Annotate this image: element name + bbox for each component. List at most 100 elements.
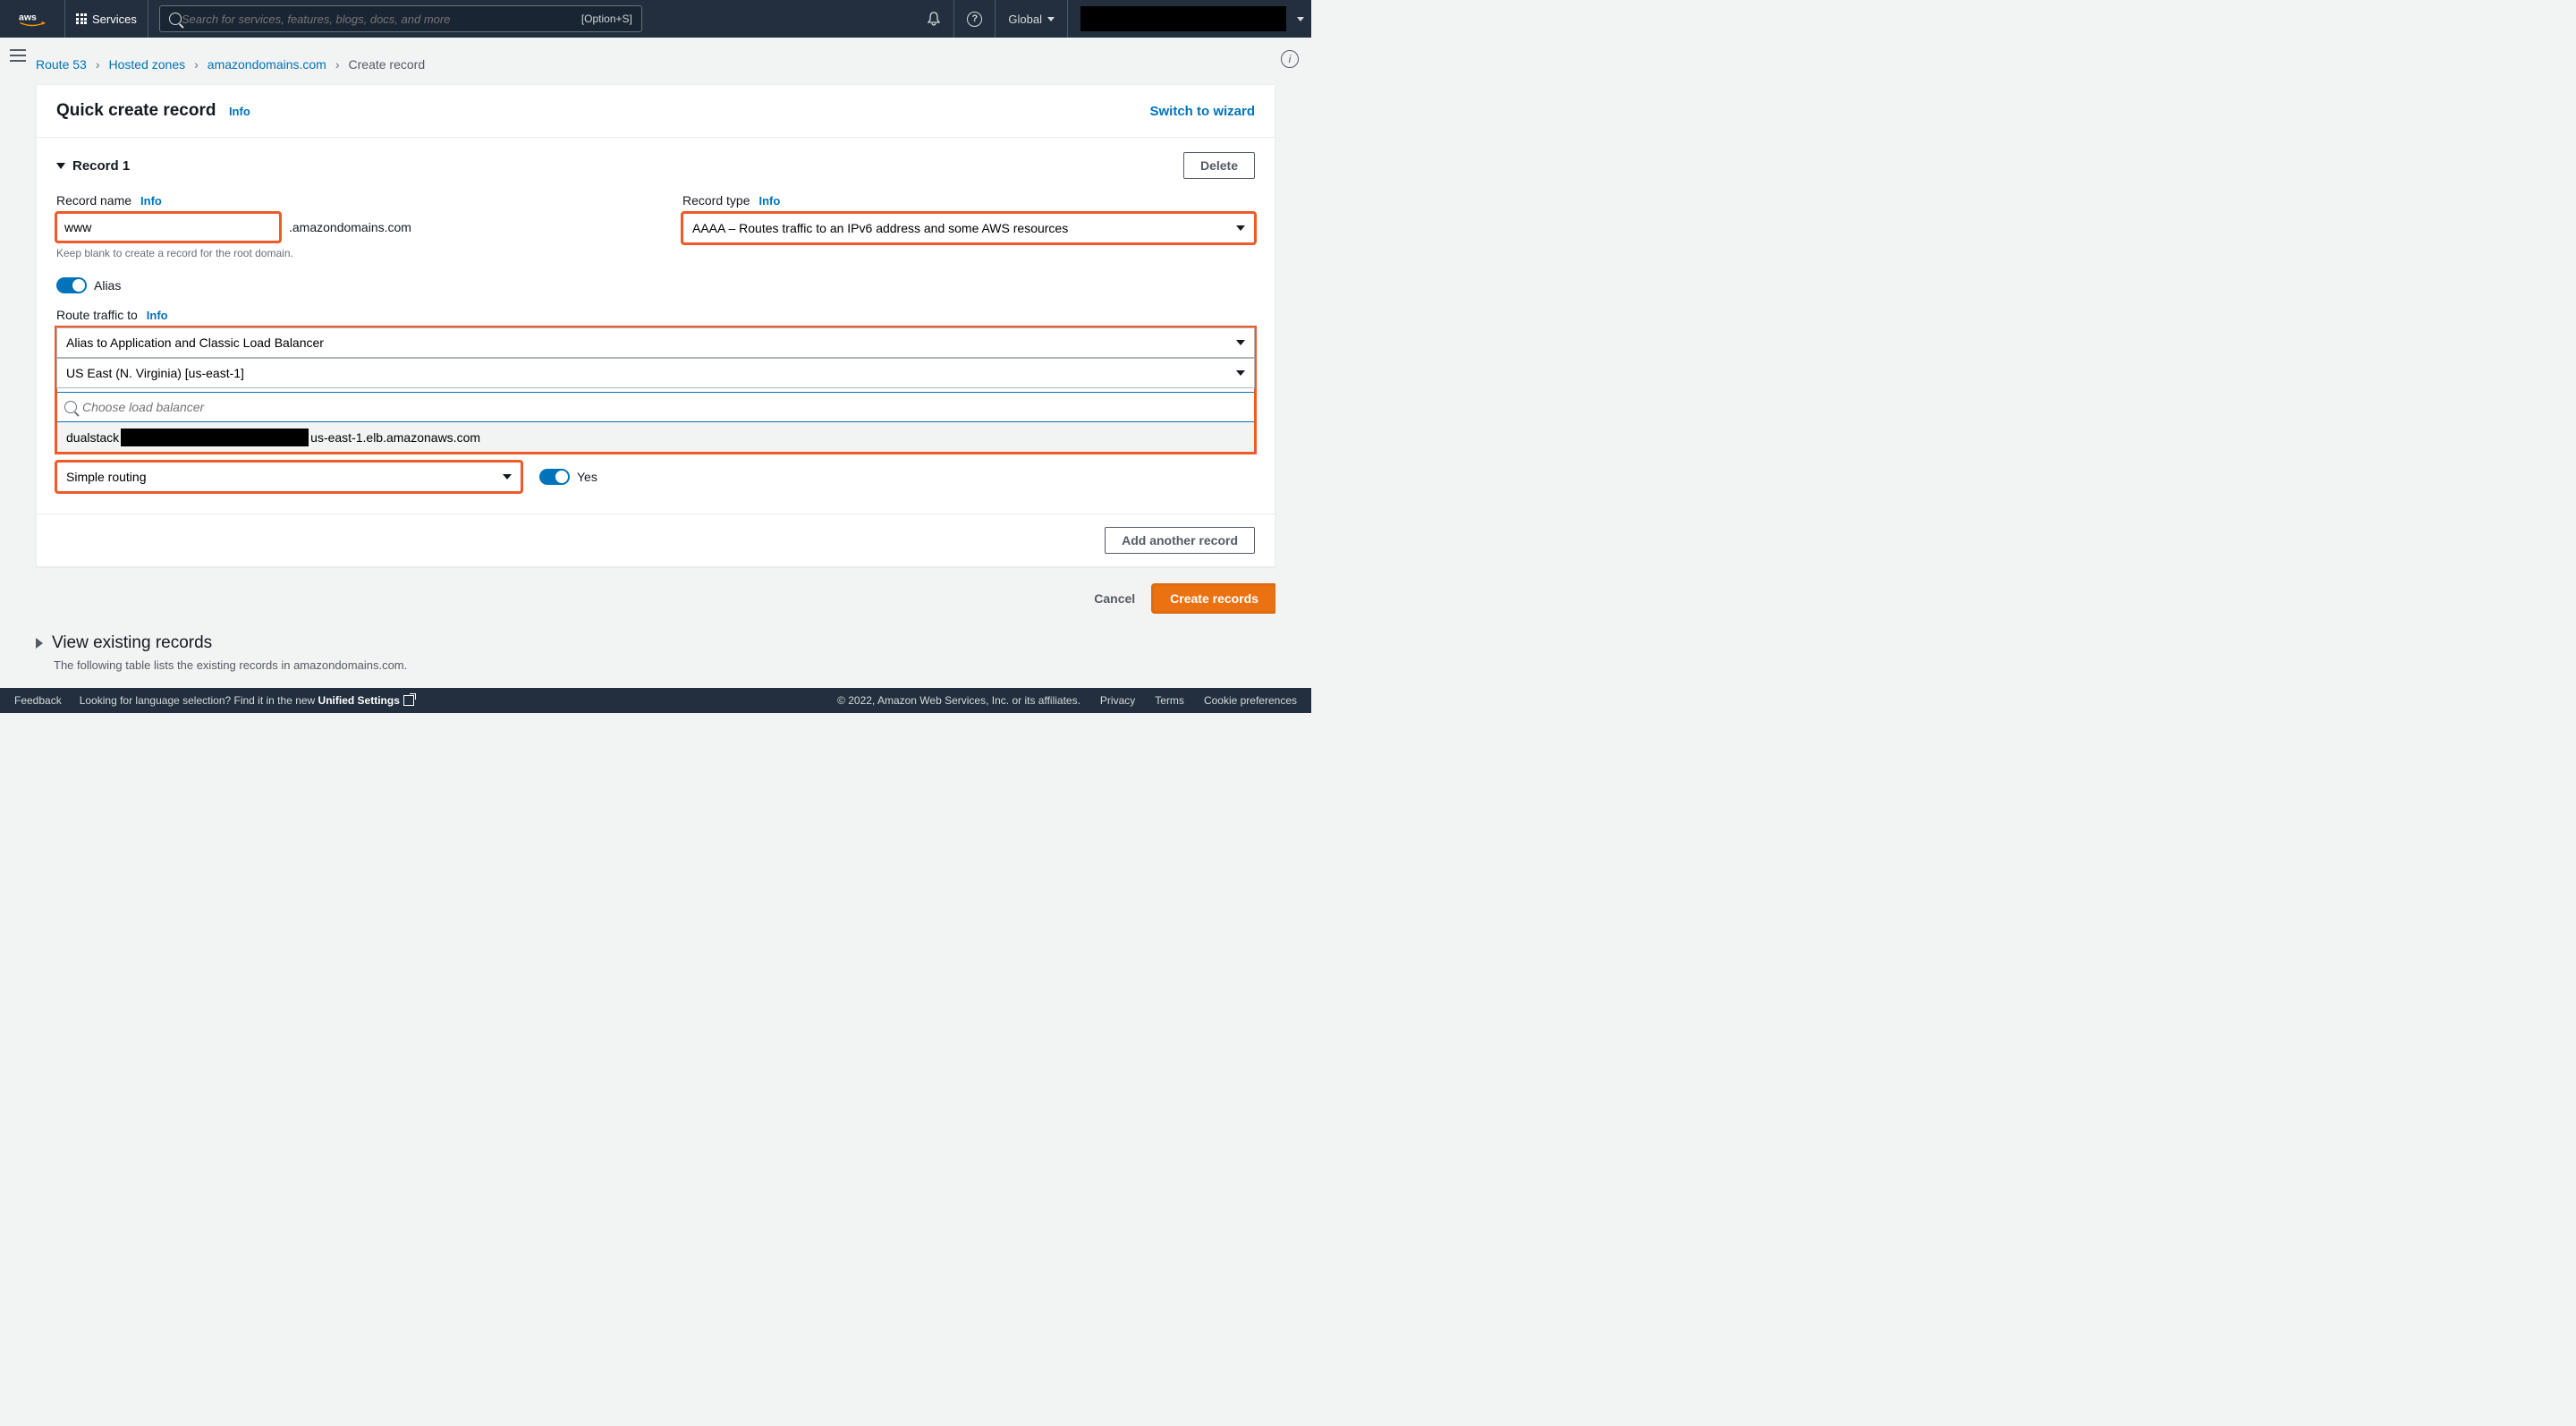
record-name-field: Record name Info .amazondomains.com Keep… bbox=[56, 193, 629, 259]
search-icon bbox=[169, 13, 182, 25]
copyright-text: © 2022, Amazon Web Services, Inc. or its… bbox=[837, 694, 1080, 707]
account-redacted bbox=[1080, 6, 1286, 31]
chevron-down-icon bbox=[1236, 370, 1245, 376]
unified-settings-link[interactable]: Unified Settings bbox=[318, 694, 414, 707]
lb-option-suffix: us-east-1.elb.amazonaws.com bbox=[310, 430, 480, 445]
record-name-input[interactable] bbox=[56, 213, 280, 242]
record-header: Record 1 Delete bbox=[56, 152, 1255, 179]
info-link[interactable]: Info bbox=[758, 194, 780, 208]
chevron-down-icon bbox=[1236, 225, 1245, 231]
routing-health-row: Simple routing Yes bbox=[56, 462, 1255, 492]
info-link[interactable]: Info bbox=[140, 194, 162, 208]
search-shortcut: [Option+S] bbox=[581, 13, 632, 25]
switch-to-wizard-link[interactable]: Switch to wizard bbox=[1149, 104, 1255, 119]
chevron-down-icon bbox=[1297, 17, 1304, 21]
alias-label: Alias bbox=[94, 278, 121, 293]
record-type-label: Record type bbox=[682, 193, 750, 208]
feedback-link[interactable]: Feedback bbox=[14, 694, 62, 707]
alias-target-group: Alias to Application and Classic Load Ba… bbox=[56, 327, 1255, 453]
breadcrumb: Route 53 › Hosted zones › amazondomains.… bbox=[36, 52, 1275, 84]
chevron-right-icon: › bbox=[96, 57, 100, 72]
create-records-button[interactable]: Create records bbox=[1153, 585, 1275, 612]
routing-policy-select[interactable]: Simple routing bbox=[56, 462, 521, 492]
search-input[interactable] bbox=[182, 13, 581, 26]
record-type-value: AAAA – Routes traffic to an IPv6 address… bbox=[692, 221, 1068, 235]
cancel-button[interactable]: Cancel bbox=[1094, 591, 1135, 606]
bell-icon bbox=[927, 12, 941, 26]
record-name-hint: Keep blank to create a record for the ro… bbox=[56, 247, 629, 259]
region-label: Global bbox=[1008, 13, 1042, 26]
help-button[interactable]: ? bbox=[953, 0, 995, 38]
account-menu[interactable] bbox=[1067, 0, 1311, 38]
external-link-icon bbox=[403, 695, 414, 706]
page-actions: Cancel Create records bbox=[36, 585, 1275, 612]
record-type-field: Record type Info AAAA – Routes traffic t… bbox=[682, 193, 1255, 259]
delete-button[interactable]: Delete bbox=[1183, 152, 1255, 179]
chevron-right-icon: › bbox=[335, 57, 340, 72]
record-title: Record 1 bbox=[72, 158, 130, 174]
routing-policy-value: Simple routing bbox=[66, 470, 147, 484]
breadcrumb-link[interactable]: amazondomains.com bbox=[208, 57, 326, 72]
chevron-down-icon bbox=[1047, 17, 1055, 21]
evaluate-health-row: Yes bbox=[539, 469, 597, 485]
view-existing-toggle[interactable]: View existing records bbox=[36, 633, 1275, 653]
grid-icon bbox=[76, 13, 87, 24]
cookie-preferences-link[interactable]: Cookie preferences bbox=[1204, 694, 1297, 707]
region-selector[interactable]: Global bbox=[995, 0, 1067, 38]
add-another-record-button[interactable]: Add another record bbox=[1105, 527, 1255, 554]
alias-toggle[interactable] bbox=[56, 277, 87, 293]
load-balancer-search[interactable] bbox=[56, 392, 1255, 422]
quick-create-panel: Quick create record Info Switch to wizar… bbox=[36, 84, 1275, 567]
svg-text:aws: aws bbox=[19, 13, 37, 23]
chevron-right-icon: › bbox=[194, 57, 199, 72]
record-toggle[interactable]: Record 1 bbox=[56, 158, 130, 174]
evaluate-health-label: Yes bbox=[577, 470, 597, 484]
chevron-right-icon bbox=[36, 638, 43, 649]
search-icon bbox=[64, 401, 77, 413]
notifications-button[interactable] bbox=[914, 0, 953, 38]
chevron-down-icon bbox=[1236, 340, 1245, 345]
lb-redacted bbox=[121, 429, 309, 446]
footer-bar: Feedback Looking for language selection?… bbox=[0, 688, 1311, 713]
sidebar-toggle[interactable] bbox=[7, 45, 29, 66]
evaluate-health-toggle[interactable] bbox=[539, 469, 570, 485]
alias-region-select[interactable]: US East (N. Virginia) [us-east-1] bbox=[56, 358, 1255, 388]
services-label: Services bbox=[92, 13, 137, 26]
record-type-select[interactable]: AAAA – Routes traffic to an IPv6 address… bbox=[682, 213, 1255, 243]
chevron-down-icon bbox=[56, 163, 65, 169]
page-title: Quick create record bbox=[56, 101, 216, 120]
breadcrumb-link[interactable]: Route 53 bbox=[36, 57, 87, 72]
view-existing-title: View existing records bbox=[52, 633, 212, 653]
alias-endpoint-select[interactable]: Alias to Application and Classic Load Ba… bbox=[56, 327, 1255, 358]
services-menu[interactable]: Services bbox=[65, 0, 148, 38]
info-link[interactable]: Info bbox=[229, 105, 250, 118]
main-content: Route 53 › Hosted zones › amazondomains.… bbox=[36, 38, 1275, 688]
top-navigation: aws Services [Option+S] ? Global bbox=[0, 0, 1311, 38]
privacy-link[interactable]: Privacy bbox=[1100, 694, 1135, 707]
alias-region-value: US East (N. Virginia) [us-east-1] bbox=[66, 366, 244, 380]
alias-toggle-row: Alias bbox=[56, 277, 1255, 293]
topnav-right: ? Global bbox=[914, 0, 1311, 38]
domain-suffix: .amazondomains.com bbox=[289, 220, 411, 234]
panel-header: Quick create record Info Switch to wizar… bbox=[37, 85, 1275, 138]
view-existing-description: The following table lists the existing r… bbox=[36, 658, 1275, 672]
panel-footer: Add another record bbox=[37, 514, 1275, 566]
aws-logo[interactable]: aws bbox=[0, 0, 65, 38]
route-traffic-label: Route traffic to bbox=[56, 308, 138, 322]
breadcrumb-link[interactable]: Hosted zones bbox=[109, 57, 186, 72]
panel-body: Record 1 Delete Record name Info .amazon… bbox=[37, 138, 1275, 514]
load-balancer-option[interactable]: dualstack us-east-1.elb.amazonaws.com bbox=[56, 422, 1255, 453]
help-icon: ? bbox=[967, 12, 982, 27]
breadcrumb-current: Create record bbox=[349, 57, 426, 72]
alias-endpoint-value: Alias to Application and Classic Load Ba… bbox=[66, 335, 324, 350]
global-search[interactable]: [Option+S] bbox=[159, 5, 642, 32]
chevron-down-icon bbox=[503, 474, 512, 480]
lang-prompt: Looking for language selection? Find it … bbox=[80, 694, 414, 707]
info-panel-toggle[interactable]: i bbox=[1281, 50, 1299, 68]
terms-link[interactable]: Terms bbox=[1155, 694, 1184, 707]
load-balancer-input[interactable] bbox=[82, 400, 1247, 414]
lb-option-prefix: dualstack bbox=[66, 430, 119, 445]
record-name-label: Record name bbox=[56, 193, 131, 208]
info-link[interactable]: Info bbox=[147, 309, 168, 322]
form-row: Record name Info .amazondomains.com Keep… bbox=[56, 193, 1255, 259]
